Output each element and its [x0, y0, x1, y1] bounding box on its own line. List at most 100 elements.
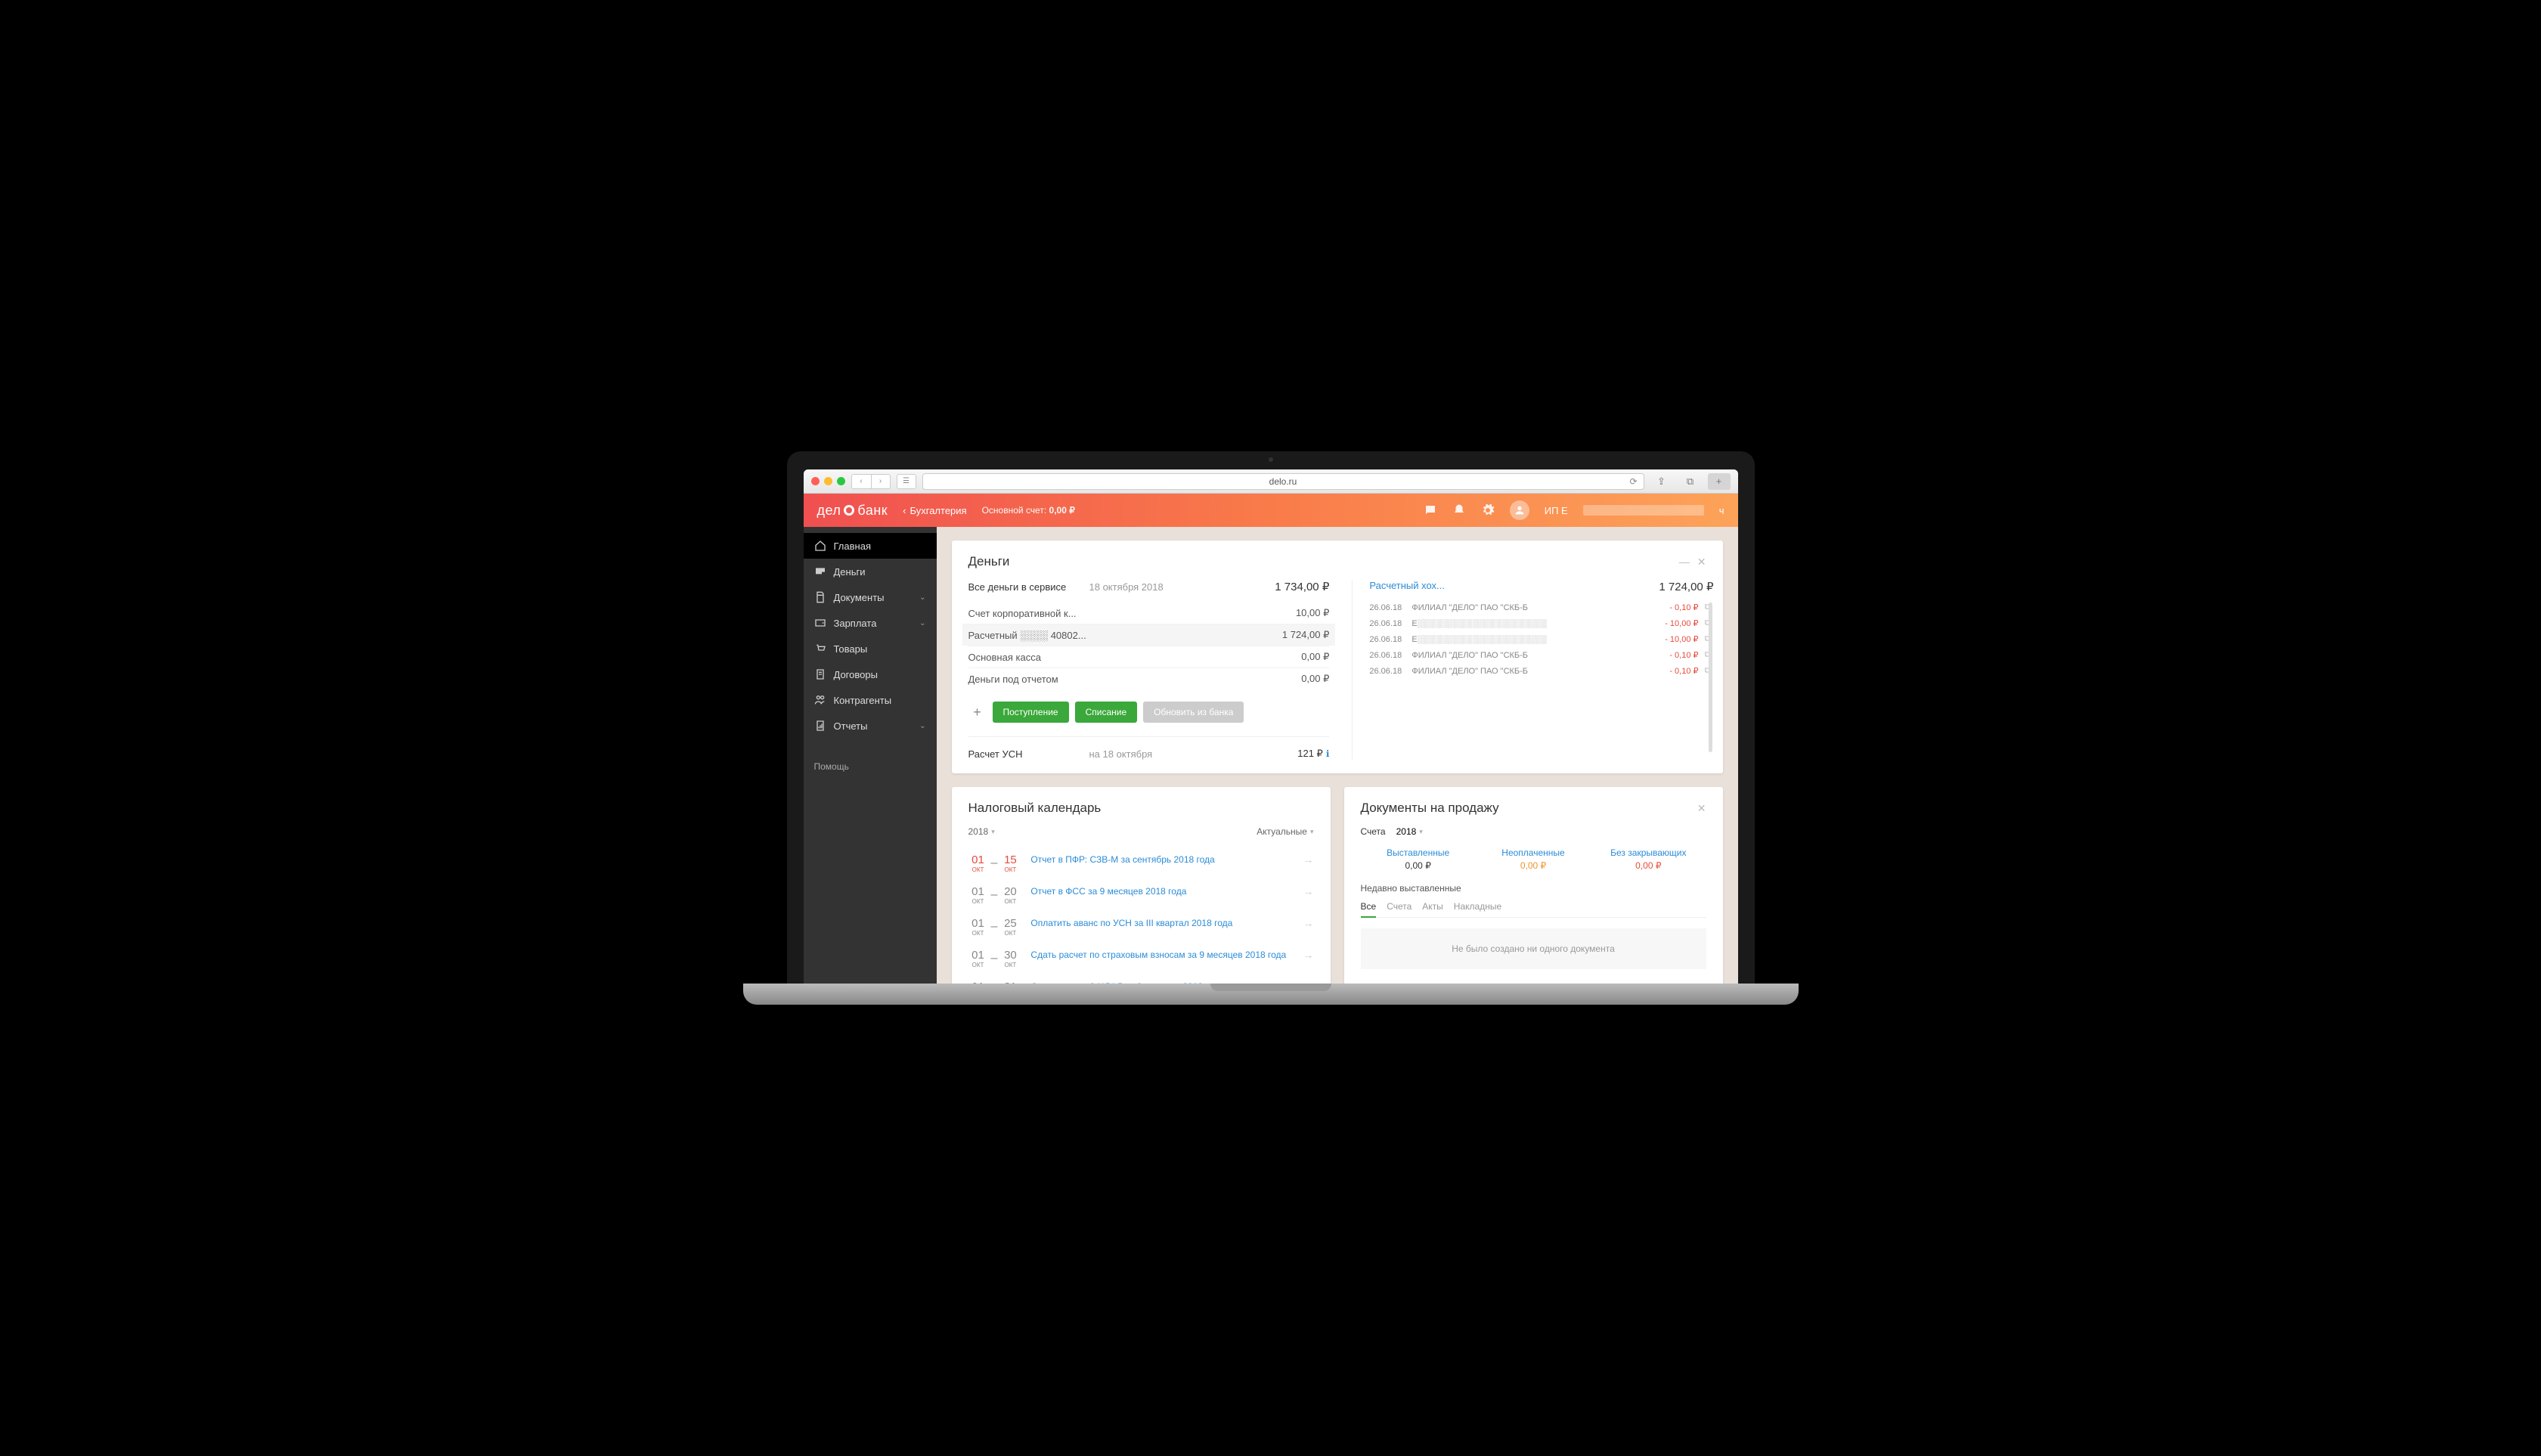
calendar-event[interactable]: 01окт – 15окт Отчет в ПФР: СЗВ-М за сент… [968, 847, 1314, 879]
sidebar-item-contract[interactable]: Договоры [804, 661, 937, 687]
account-detail-amount: 1 724,00 ₽ [1659, 580, 1713, 593]
outgoing-button[interactable]: Списание [1075, 702, 1138, 723]
calendar-title: Налоговый календарь [968, 801, 1102, 816]
sidebar-item-cart[interactable]: Товары [804, 636, 937, 661]
docs-year-dropdown[interactable]: 2018▾ [1396, 826, 1423, 837]
tabs-button[interactable]: ⧉ [1679, 473, 1702, 490]
sidebar-item-wallet[interactable]: Зарплата ⌄ [804, 610, 937, 636]
docs-type-label: Счета [1361, 826, 1386, 837]
calendar-event[interactable]: 01окт – 25окт Оплатить аванс по УСН за I… [968, 911, 1314, 943]
contract-icon [814, 668, 826, 680]
account-row[interactable]: Расчетный ░░░░ 40802... 1 724,00 ₽ [962, 624, 1336, 646]
transaction-row[interactable]: 26.06.18 ФИЛИАЛ "ДЕЛО" ПАО "СКБ-Б - 0,10… [1369, 663, 1713, 679]
event-text: Отчет в ФСС за 9 месяцев 2018 года [1030, 885, 1292, 898]
window-controls [811, 477, 845, 485]
transaction-amount: - 0,10 ₽ [1653, 650, 1699, 660]
docs-icon [814, 591, 826, 603]
close-icon[interactable]: ✕ [1697, 556, 1706, 568]
url-bar[interactable]: delo.ru ⟳ [922, 473, 1644, 490]
refresh-bank-button[interactable]: Обновить из банка [1143, 702, 1244, 723]
gear-icon[interactable] [1481, 503, 1495, 517]
usn-date: на 18 октября [1089, 748, 1298, 760]
tax-calendar-panel: Налоговый календарь 2018▾ Актуальные▾ [952, 787, 1331, 984]
status-amount: 0,00 ₽ [1476, 860, 1591, 871]
transaction-desc: ФИЛИАЛ "ДЕЛО" ПАО "СКБ-Б [1411, 603, 1647, 612]
chevron-down-icon: ⌄ [919, 722, 925, 730]
close-window-icon[interactable] [811, 477, 820, 485]
incoming-button[interactable]: Поступление [993, 702, 1069, 723]
transaction-date: 26.06.18 [1369, 635, 1405, 644]
transaction-row[interactable]: 26.06.18 Е░░░░░░░░░░░░░░░░░░░░░░ - 10,00… [1369, 631, 1713, 647]
account-label: Счет корпоративной к... [968, 608, 1296, 619]
transaction-row[interactable]: 26.06.18 ФИЛИАЛ "ДЕЛО" ПАО "СКБ-Б - 0,10… [1369, 647, 1713, 663]
logo[interactable]: делбанк [817, 503, 888, 519]
recent-tab[interactable]: Накладные [1454, 901, 1501, 917]
money-summary-label: Все деньги в сервисе [968, 581, 1089, 593]
maximize-window-icon[interactable] [837, 477, 845, 485]
sidebar-item-money[interactable]: Деньги [804, 559, 937, 584]
breadcrumb-back[interactable]: ‹ Бухгалтерия [903, 505, 966, 516]
arrow-right-icon: → [1303, 917, 1314, 929]
minimize-icon[interactable]: — [1679, 556, 1690, 568]
usn-amount: 121 ₽ [1297, 748, 1323, 760]
usn-label: Расчет УСН [968, 748, 1089, 760]
event-text: Отчет в ПФР: СЗВ-М за сентябрь 2018 года [1030, 853, 1292, 866]
sidebar-item-people[interactable]: Контрагенты [804, 687, 937, 713]
transaction-row[interactable]: 26.06.18 Е░░░░░░░░░░░░░░░░░░░░░░ - 10,00… [1369, 615, 1713, 631]
sidebar-item-label: Документы [834, 592, 885, 603]
user-icon [1514, 504, 1526, 516]
account-label: Деньги под отчетом [968, 674, 1302, 685]
docs-title: Документы на продажу [1361, 801, 1499, 816]
status-amount: 0,00 ₽ [1361, 860, 1476, 871]
recent-tab[interactable]: Счета [1387, 901, 1411, 917]
browser-forward-button[interactable]: › [871, 474, 891, 489]
money-summary-amount: 1 734,00 ₽ [1275, 580, 1329, 593]
recent-tab[interactable]: Акты [1422, 901, 1443, 917]
user-name-redacted [1583, 505, 1704, 516]
transaction-row[interactable]: 26.06.18 ФИЛИАЛ "ДЕЛО" ПАО "СКБ-Б - 0,10… [1369, 599, 1713, 615]
transaction-amount: - 10,00 ₽ [1653, 634, 1699, 644]
cart-icon [814, 643, 826, 655]
info-icon[interactable]: ℹ [1326, 748, 1330, 759]
date-to: 15окт [1000, 853, 1020, 873]
report-icon [814, 720, 826, 732]
scrollbar[interactable] [1709, 603, 1712, 752]
year-dropdown[interactable]: 2018▾ [968, 826, 995, 837]
account-amount: 1 724,00 ₽ [1282, 629, 1330, 641]
browser-sidebar-button[interactable]: ☰ [897, 474, 916, 489]
calendar-event[interactable]: 01окт – 20окт Отчет в ФСС за 9 месяцев 2… [968, 879, 1314, 911]
account-row[interactable]: Основная касса 0,00 ₽ [968, 646, 1330, 668]
doc-status[interactable]: Без закрывающих 0,00 ₽ [1591, 847, 1706, 871]
sidebar-item-home[interactable]: Главная [804, 533, 937, 559]
chat-icon[interactable] [1424, 503, 1437, 517]
sidebar-item-report[interactable]: Отчеты ⌄ [804, 713, 937, 739]
account-row[interactable]: Счет корпоративной к... 10,00 ₽ [968, 603, 1330, 624]
browser-back-button[interactable]: ‹ [851, 474, 871, 489]
chevron-down-icon: ▾ [1419, 828, 1423, 836]
transaction-date: 26.06.18 [1369, 603, 1405, 612]
new-tab-button[interactable]: + [1708, 473, 1731, 490]
minimize-window-icon[interactable] [824, 477, 832, 485]
filter-dropdown[interactable]: Актуальные▾ [1257, 826, 1313, 837]
money-panel: Деньги — ✕ Все деньги в сервисе 18 октяб… [952, 541, 1723, 773]
sidebar-help[interactable]: Помощь [804, 754, 937, 779]
refresh-icon[interactable]: ⟳ [1629, 476, 1637, 487]
calendar-event[interactable]: 01окт – 30окт Сдать расчет по страховым … [968, 943, 1314, 974]
add-button[interactable]: + [968, 705, 987, 720]
doc-status[interactable]: Неоплаченные 0,00 ₽ [1476, 847, 1591, 871]
url-text: delo.ru [1269, 476, 1297, 487]
doc-status[interactable]: Выставленные 0,00 ₽ [1361, 847, 1476, 871]
recent-tab[interactable]: Все [1361, 901, 1377, 918]
sidebar-item-label: Зарплата [834, 618, 877, 629]
chevron-down-icon: ⌄ [919, 619, 925, 627]
calendar-event[interactable]: 01окт – 31окт Сдать расчет 6-НДФЛ за 9 м… [968, 974, 1314, 984]
sidebar-item-docs[interactable]: Документы ⌄ [804, 584, 937, 610]
account-row[interactable]: Деньги под отчетом 0,00 ₽ [968, 668, 1330, 689]
arrow-right-icon: → [1303, 885, 1314, 897]
account-detail-link[interactable]: Расчетный хох... [1369, 580, 1445, 593]
avatar[interactable] [1510, 500, 1529, 520]
bell-icon[interactable] [1452, 503, 1466, 517]
date-from: 01окт [968, 885, 988, 905]
share-button[interactable]: ⇪ [1650, 473, 1673, 490]
close-icon[interactable]: ✕ [1697, 802, 1706, 815]
